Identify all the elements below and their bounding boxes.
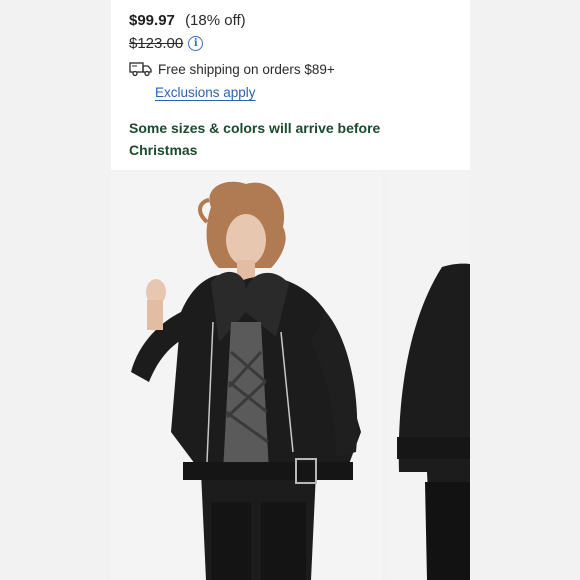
holiday-notice: Some sizes & colors will arrive before C… xyxy=(129,120,381,158)
shipping-row: Free shipping on orders $89+ xyxy=(129,61,335,77)
original-price: $123.00 xyxy=(129,35,184,52)
exclusions-link[interactable]: Exclusions apply xyxy=(155,85,256,100)
truck-icon xyxy=(129,62,152,77)
price-row: $99.97 (18% off) xyxy=(129,12,246,29)
product-price-card: $99.97 (18% off) $123.00 i Free shipping… xyxy=(111,0,470,170)
product-image-secondary[interactable] xyxy=(387,172,470,580)
discount-label: (18% off) xyxy=(185,12,246,29)
original-price-row: $123.00 i xyxy=(129,35,204,52)
sale-price: $99.97 xyxy=(129,12,175,29)
shipping-text: Free shipping on orders $89+ xyxy=(158,61,335,77)
info-icon[interactable]: i xyxy=(188,36,204,51)
product-image-main[interactable] xyxy=(111,172,382,580)
